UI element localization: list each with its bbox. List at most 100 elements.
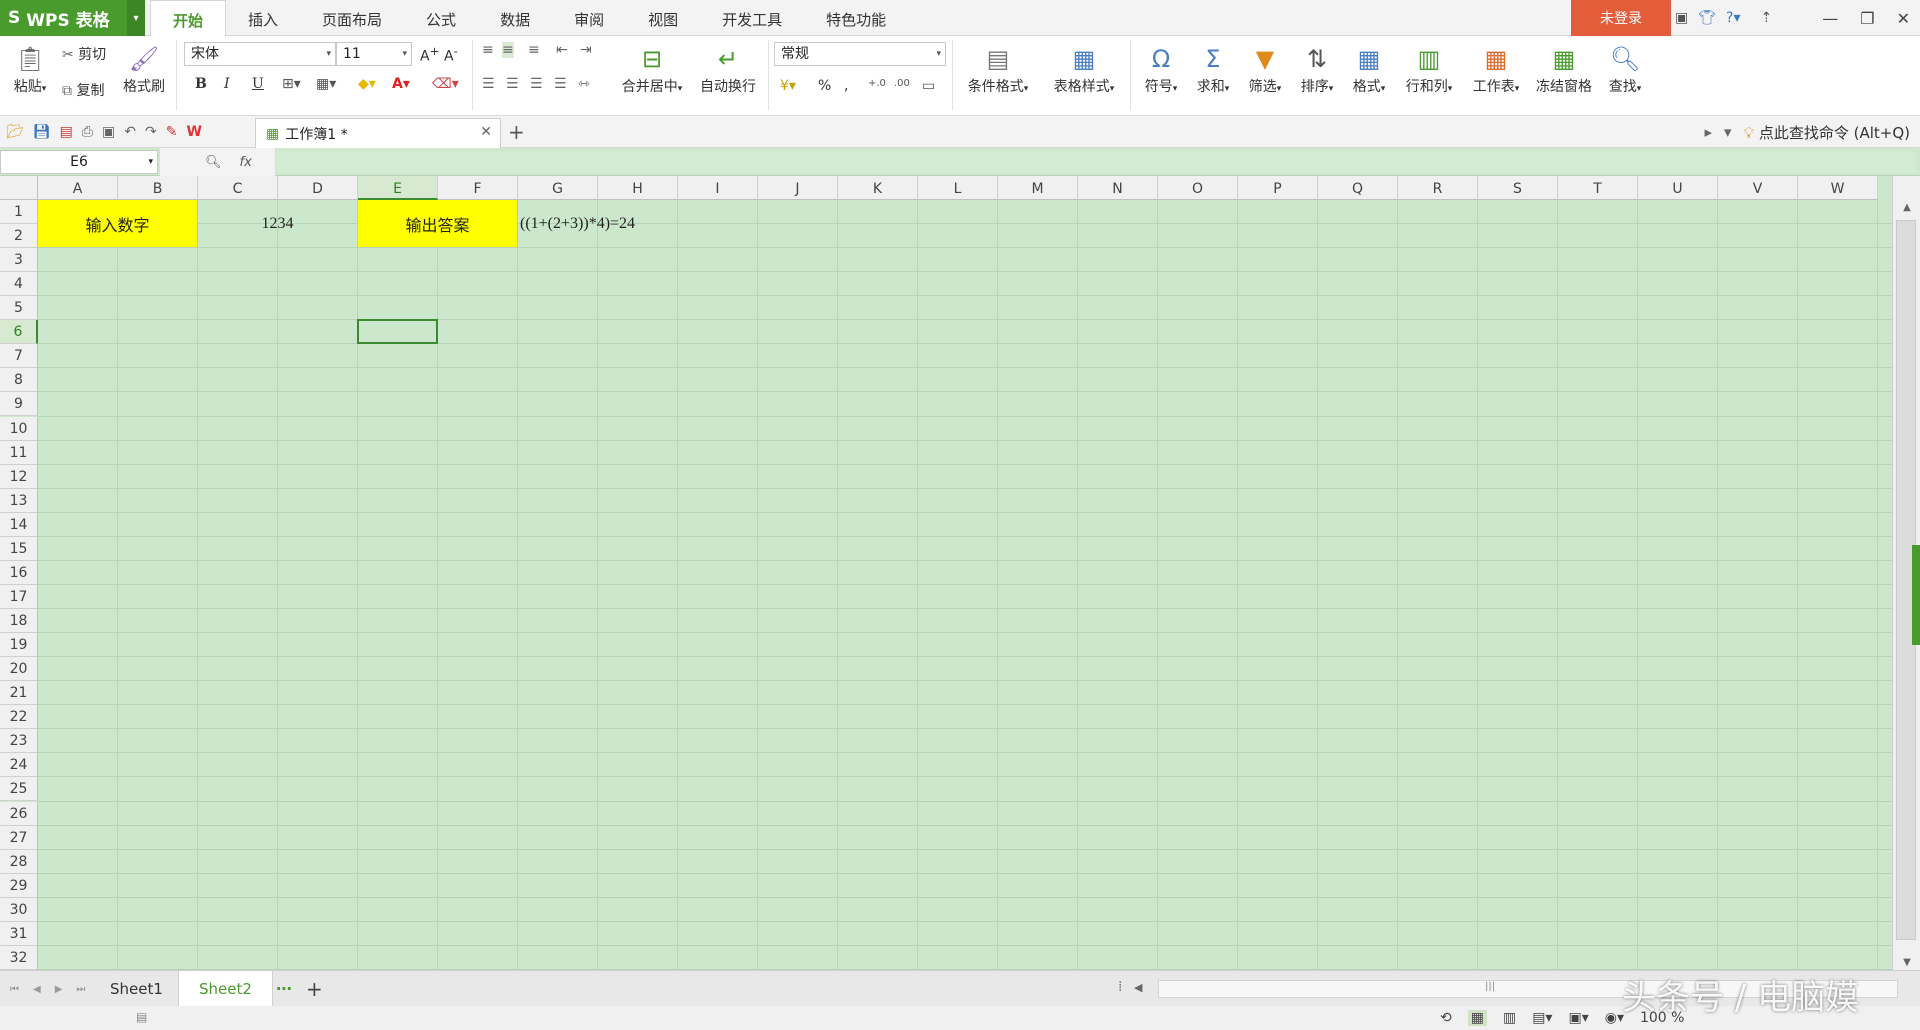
close-icon[interactable]: ✕ [1897,9,1910,28]
scroll-up-icon[interactable]: ▲ [1893,202,1920,213]
row-header-17[interactable]: 17 [0,584,38,609]
column-header-r[interactable]: R [1398,176,1478,200]
sheet-tab-sheet2[interactable]: Sheet2 [178,971,273,1007]
row-header-7[interactable]: 7 [0,344,38,369]
merge-center-button[interactable]: ⊟ 合并居中▾ [614,42,690,96]
reading-mode-icon[interactable]: ▣▾ [1568,1010,1588,1026]
freeze-panes-button[interactable]: ▦ 冻结窗格 [1532,42,1596,96]
side-panel-toggle[interactable] [1912,545,1920,645]
column-header-q[interactable]: Q [1318,176,1398,200]
macro-icon[interactable]: ▤ [136,1010,147,1024]
column-header-a[interactable]: A [38,176,118,200]
column-header-c[interactable]: C [198,176,278,200]
row-header-12[interactable]: 12 [0,464,38,489]
filter-button[interactable]: ▼ 筛选▾ [1242,42,1288,96]
column-header-i[interactable]: I [678,176,758,200]
column-header-f[interactable]: F [438,176,518,200]
row-header-6[interactable]: 6 [0,320,38,345]
collapse-ribbon-icon[interactable]: ⇡ [1760,10,1772,26]
row-header-10[interactable]: 10 [0,416,38,441]
decrease-decimal-icon[interactable]: .00 [894,78,910,89]
wrap-text-button[interactable]: ↵ 自动换行 [694,42,762,96]
active-cell-e6[interactable] [357,319,438,345]
indent-decrease-icon[interactable]: ⇤ [556,42,568,58]
tab-home[interactable]: 开始 [150,0,227,37]
column-header-l[interactable]: L [918,176,998,200]
number-format-select[interactable]: 常规 ▾ [774,42,946,66]
column-header-n[interactable]: N [1078,176,1158,200]
add-sheet-button[interactable]: + [306,971,323,1007]
skin-icon[interactable]: ▣ [1675,10,1688,26]
row-header-27[interactable]: 27 [0,825,38,850]
tab-view[interactable]: 视图 [626,0,700,36]
column-header-o[interactable]: O [1158,176,1238,200]
row-header-15[interactable]: 15 [0,536,38,561]
font-size-select[interactable]: 11 ▾ [336,42,412,66]
column-header-v[interactable]: V [1718,176,1798,200]
font-color-icon[interactable]: A▾ [392,76,410,92]
select-all-corner[interactable] [0,176,38,200]
row-header-31[interactable]: 31 [0,921,38,946]
save-icon[interactable]: 💾︎ [33,124,51,140]
open-folder-icon[interactable]: 📂︎ [6,124,24,140]
row-header-11[interactable]: 11 [0,440,38,465]
wps-w-icon[interactable]: W [186,124,201,140]
tab-developer[interactable]: 开发工具 [700,0,804,36]
column-header-h[interactable]: H [598,176,678,200]
row-header-9[interactable]: 9 [0,392,38,417]
zoom-icon[interactable]: 🔍︎ [205,155,222,170]
tab-page-layout[interactable]: 页面布局 [300,0,404,36]
row-header-13[interactable]: 13 [0,488,38,513]
column-header-u[interactable]: U [1638,176,1718,200]
paste-button[interactable]: 📋︎ 粘贴▾ [8,42,52,96]
document-tab[interactable]: ▦ 工作簿1 * ✕ [255,118,501,148]
column-header-s[interactable]: S [1478,176,1558,200]
format-painter-button[interactable]: 🖌︎ 格式刷 [120,42,168,96]
row-header-26[interactable]: 26 [0,801,38,826]
close-icon[interactable]: ✕ [480,124,492,140]
share-icon[interactable]: ▾ [1724,123,1732,141]
find-button[interactable]: 🔍︎ 查找▾ [1600,42,1650,96]
row-header-25[interactable]: 25 [0,777,38,802]
row-header-21[interactable]: 21 [0,681,38,706]
column-header-t[interactable]: T [1558,176,1638,200]
scroll-down-icon[interactable]: ▼ [1893,957,1920,968]
percent-button[interactable]: % [818,78,831,94]
name-box[interactable]: E6 ▾ [0,150,158,174]
column-header-k[interactable]: K [838,176,918,200]
fill-color-icon[interactable]: ◆▾ [358,76,376,92]
cell-a1-input-label[interactable]: 输入数字 [38,200,197,248]
row-header-28[interactable]: 28 [0,849,38,874]
row-header-22[interactable]: 22 [0,705,38,730]
print-preview-icon[interactable]: ▣ [102,124,115,140]
sync-icon[interactable]: ▸ [1704,123,1712,141]
login-button[interactable]: 未登录 [1571,0,1671,36]
help-icon[interactable]: ?▾ [1726,10,1740,26]
copy-button[interactable]: ⧉ 复制 [62,80,104,100]
more-sheets-button[interactable]: ⋯ [276,971,292,1007]
row-header-32[interactable]: 32 [0,945,38,970]
row-col-button[interactable]: ▥ 行和列▾ [1400,42,1458,96]
row-header-18[interactable]: 18 [0,609,38,634]
sort-button[interactable]: ⇅ 排序▾ [1294,42,1340,96]
restore-icon[interactable]: ❐ [1860,9,1874,28]
distribute-icon[interactable]: ⇿ [578,76,590,92]
tab-formulas[interactable]: 公式 [404,0,478,36]
page-layout-view-icon[interactable]: ▤▾ [1532,1010,1552,1026]
export-pdf-icon[interactable]: ▤ [60,124,73,140]
align-bottom-icon[interactable]: ≡ [528,42,540,58]
prev-sheet-icon[interactable]: ◀ [33,984,41,995]
new-tab-button[interactable]: + [508,120,525,144]
print-icon[interactable]: ⎙ [82,124,93,140]
command-search[interactable]: 💡︎ 点此查找命令 (Alt+Q) [1744,122,1910,143]
row-header-8[interactable]: 8 [0,368,38,393]
redo-icon[interactable]: ↷ [145,124,157,140]
align-left-icon[interactable]: ☰ [482,76,495,92]
worksheet-button[interactable]: ▦ 工作表▾ [1466,42,1526,96]
tab-data[interactable]: 数据 [478,0,552,36]
align-center-icon[interactable]: ☰ [506,76,519,92]
row-header-4[interactable]: 4 [0,272,38,297]
justify-icon[interactable]: ☰ [554,76,567,92]
sheet-tab-sheet1[interactable]: Sheet1 [90,971,183,1007]
tab-insert[interactable]: 插入 [226,0,300,36]
